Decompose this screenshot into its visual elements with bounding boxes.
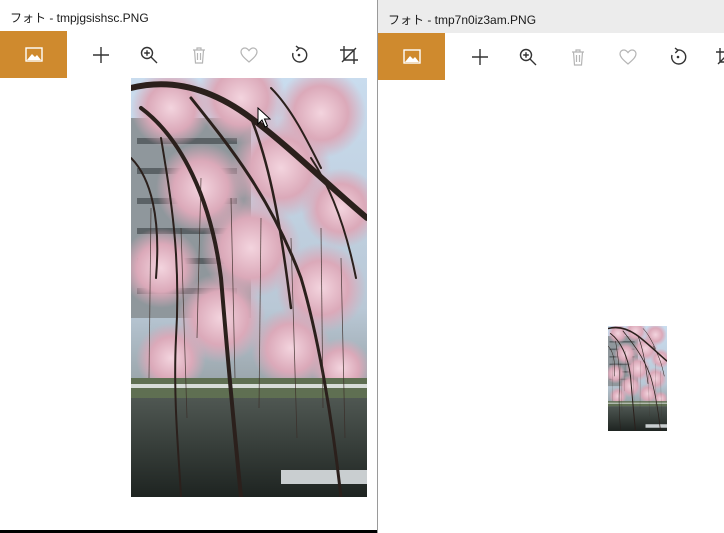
add-button[interactable] <box>468 45 492 69</box>
photo-image <box>608 326 667 431</box>
image-icon <box>24 47 43 62</box>
rotate-icon <box>671 47 687 65</box>
cherry-blossom-photo <box>608 326 667 431</box>
photos-window-left: フォト - tmpjgsishsc.PNG <box>0 0 378 530</box>
rotate-button[interactable] <box>287 43 311 67</box>
zoom-in-icon <box>140 46 158 64</box>
delete-button[interactable] <box>187 43 211 67</box>
trash-icon <box>572 49 584 66</box>
photo-tile-button[interactable] <box>0 31 67 78</box>
cherry-blossom-photo <box>131 78 367 497</box>
plus-icon <box>93 47 109 63</box>
crop-button[interactable] <box>713 45 724 69</box>
zoom-button[interactable] <box>516 45 540 69</box>
image-icon <box>402 49 421 64</box>
window-title: フォト - tmpjgsishsc.PNG <box>10 11 149 25</box>
photos-window-right: フォト - tmp7n0iz3am.PNG <box>377 0 724 533</box>
window-title: フォト - tmp7n0iz3am.PNG <box>388 13 537 27</box>
add-button[interactable] <box>89 43 113 67</box>
zoom-button[interactable] <box>137 43 161 67</box>
crop-icon <box>716 48 724 65</box>
favorite-button[interactable] <box>616 45 640 69</box>
mouse-cursor-icon <box>257 107 271 128</box>
image-viewer[interactable] <box>0 78 378 530</box>
image-viewer[interactable] <box>378 80 724 533</box>
crop-icon <box>340 46 358 64</box>
crop-button[interactable] <box>337 43 361 67</box>
rotate-button[interactable] <box>666 45 690 69</box>
photo-tile-button[interactable] <box>378 33 445 80</box>
trash-icon <box>193 47 205 64</box>
title-bar[interactable]: フォト - tmp7n0iz3am.PNG <box>378 0 724 33</box>
favorite-button[interactable] <box>237 43 261 67</box>
toolbar <box>378 33 724 80</box>
photo-image <box>131 78 367 497</box>
delete-button[interactable] <box>566 45 590 69</box>
title-bar[interactable]: フォト - tmpjgsishsc.PNG <box>0 0 378 31</box>
heart-icon <box>240 47 258 63</box>
heart-icon <box>619 49 637 65</box>
plus-icon <box>472 49 488 65</box>
zoom-in-icon <box>519 48 537 66</box>
toolbar <box>0 31 378 78</box>
rotate-icon <box>292 45 308 63</box>
